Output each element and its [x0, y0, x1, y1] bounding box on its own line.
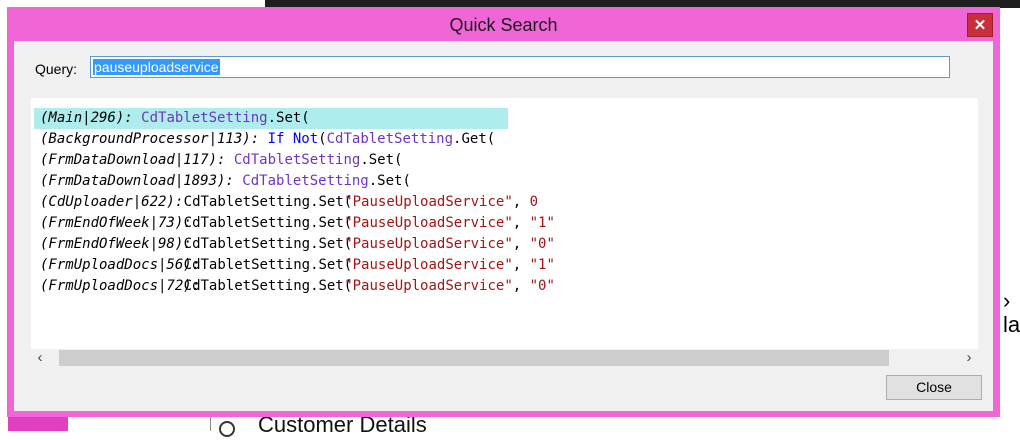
result-row[interactable]: (FrmDataDownload|1893): CdTabletSetting.… — [40, 171, 978, 192]
result-code: CdTabletSetting.Set( — [183, 194, 353, 210]
result-arguments: "PauseUploadService", "0" — [344, 236, 555, 252]
result-arguments: "PauseUploadService", "0" — [344, 278, 555, 294]
background-chevron-icon: › — [1003, 288, 1011, 313]
result-origin: (Main|296): — [40, 110, 142, 126]
result-code: CdTabletSetting.Set( — [183, 257, 353, 273]
scrollbar-thumb[interactable] — [59, 350, 889, 366]
result-row[interactable]: (FrmUploadDocs|72): CdTabletSetting.Set(… — [40, 276, 978, 297]
dialog-title: Quick Search — [449, 15, 558, 35]
result-code: CdTabletSetting.Set( — [141, 110, 310, 126]
dialog-client-area: Query: pauseuploadservice (Main|296): Cd… — [14, 41, 993, 411]
background-partial-text: la — [1003, 312, 1020, 337]
background-search-icon — [219, 421, 235, 437]
result-row[interactable]: (Main|296): CdTabletSetting.Set( — [34, 108, 508, 129]
result-arguments: "PauseUploadService", "1" — [344, 257, 555, 273]
result-code: If Not(CdTabletSetting.Get( — [267, 131, 496, 147]
result-arguments: "PauseUploadService", 0 — [344, 194, 539, 210]
result-row[interactable]: (FrmDataDownload|117): CdTabletSetting.S… — [40, 150, 978, 171]
results-code: (Main|296): CdTabletSetting.Set((Backgro… — [34, 108, 978, 297]
result-code: CdTabletSetting.Set( — [242, 173, 411, 189]
quick-search-dialog: Quick Search ✕ Query: pauseuploadservice… — [7, 7, 1000, 417]
result-origin: (FrmEndOfWeek|98): — [40, 236, 201, 252]
result-row[interactable]: (BackgroundProcessor|113): If Not(CdTabl… — [40, 129, 978, 150]
query-input-value: pauseuploadservice — [93, 59, 220, 75]
result-arguments: "PauseUploadService", "1" — [344, 215, 555, 231]
result-code: CdTabletSetting.Set( — [183, 215, 353, 231]
result-code: CdTabletSetting.Set( — [233, 152, 403, 168]
scroll-left-icon[interactable]: ‹ — [31, 349, 49, 367]
result-origin: (CdUploader|622): — [40, 194, 192, 210]
result-row[interactable]: (CdUploader|622): CdTabletSetting.Set("P… — [40, 192, 978, 213]
result-origin: (FrmDataDownload|117): — [40, 152, 234, 168]
result-origin: (FrmEndOfWeek|73): — [40, 215, 201, 231]
result-row[interactable]: (FrmEndOfWeek|73): CdTabletSetting.Set("… — [40, 213, 978, 234]
result-origin: (BackgroundProcessor|113): — [40, 131, 268, 147]
query-label: Query: — [35, 61, 78, 77]
result-code: CdTabletSetting.Set( — [183, 236, 353, 252]
horizontal-scrollbar[interactable]: ‹ › — [31, 349, 978, 367]
result-origin: (FrmDataDownload|1893): — [40, 173, 243, 189]
dialog-titlebar[interactable]: Quick Search ✕ — [7, 7, 1000, 41]
close-icon[interactable]: ✕ — [967, 13, 993, 37]
result-code: CdTabletSetting.Set( — [183, 278, 353, 294]
close-button[interactable]: Close — [886, 375, 982, 400]
query-input[interactable]: pauseuploadservice — [90, 56, 950, 78]
result-row[interactable]: (FrmEndOfWeek|98): CdTabletSetting.Set("… — [40, 234, 978, 255]
result-row[interactable]: (FrmUploadDocs|56): CdTabletSetting.Set(… — [40, 255, 978, 276]
results-list[interactable]: (Main|296): CdTabletSetting.Set((Backgro… — [31, 98, 978, 349]
scroll-right-icon[interactable]: › — [960, 349, 978, 367]
